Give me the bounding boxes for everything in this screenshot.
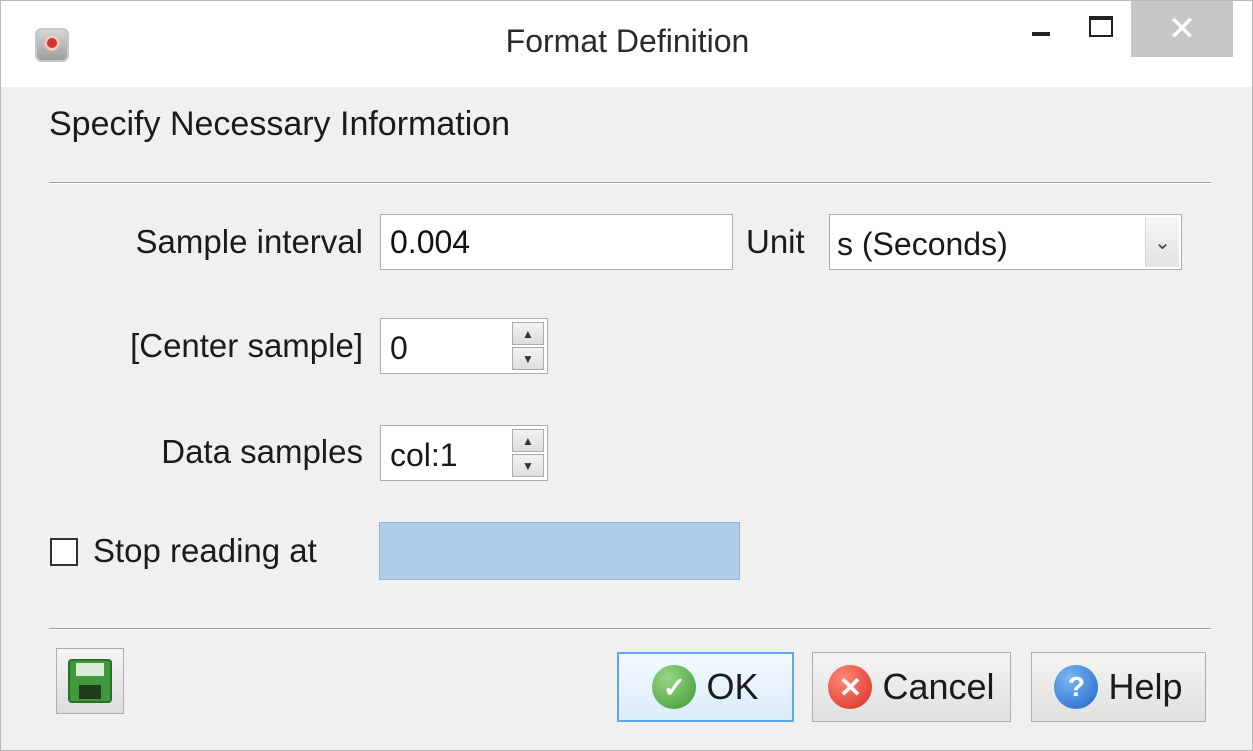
sample-interval-input[interactable]: 0.004 [380, 214, 733, 270]
ok-button[interactable]: ✓ OK [617, 652, 794, 722]
minimize-icon [1032, 32, 1050, 36]
center-sample-label: [Center sample] [130, 327, 363, 364]
sample-interval-label: Sample interval [135, 223, 363, 260]
unit-selected-value: s (Seconds) [837, 226, 1008, 262]
check-icon: ✓ [652, 665, 697, 709]
stop-reading-checkbox[interactable] [50, 538, 78, 566]
unit-select[interactable]: s (Seconds) ⌄ [829, 214, 1182, 270]
data-samples-spinner[interactable]: col:1 ▲ ▼ [380, 425, 548, 481]
spin-up-icon[interactable]: ▲ [512, 429, 544, 452]
data-samples-stepper: ▲ ▼ [512, 429, 544, 477]
center-sample-value[interactable]: 0 [390, 330, 408, 367]
format-definition-dialog: Format Definition ✕ Specify Necessary In… [0, 0, 1253, 751]
help-button[interactable]: ? Help [1031, 652, 1206, 722]
data-samples-label: Data samples [161, 433, 363, 470]
minimize-button[interactable] [1011, 1, 1071, 57]
top-divider [49, 182, 1211, 184]
unit-label: Unit [746, 223, 805, 260]
help-label: Help [1108, 666, 1183, 707]
close-button[interactable]: ✕ [1131, 1, 1233, 57]
cancel-button[interactable]: ✕ Cancel [812, 652, 1011, 722]
x-icon: ✕ [828, 665, 873, 709]
stop-reading-label[interactable]: Stop reading at [93, 532, 317, 570]
maximize-button[interactable] [1071, 1, 1131, 57]
chevron-down-icon[interactable]: ⌄ [1145, 217, 1179, 267]
spin-down-icon[interactable]: ▼ [512, 454, 544, 477]
question-icon: ? [1054, 665, 1099, 709]
cancel-label: Cancel [882, 666, 995, 707]
ok-label: OK [706, 666, 759, 707]
data-samples-value[interactable]: col:1 [390, 437, 458, 474]
floppy-disk-icon [68, 659, 112, 703]
center-sample-spinner[interactable]: 0 ▲ ▼ [380, 318, 548, 374]
bottom-divider [49, 628, 1211, 630]
close-icon: ✕ [1167, 10, 1197, 48]
maximize-icon [1089, 15, 1113, 37]
spin-down-icon[interactable]: ▼ [512, 347, 544, 370]
center-sample-stepper: ▲ ▼ [512, 322, 544, 370]
stop-reading-input [379, 522, 740, 580]
save-format-button[interactable] [56, 648, 124, 714]
spin-up-icon[interactable]: ▲ [512, 322, 544, 345]
section-heading: Specify Necessary Information [49, 105, 511, 143]
title-bar: Format Definition ✕ [1, 1, 1252, 87]
